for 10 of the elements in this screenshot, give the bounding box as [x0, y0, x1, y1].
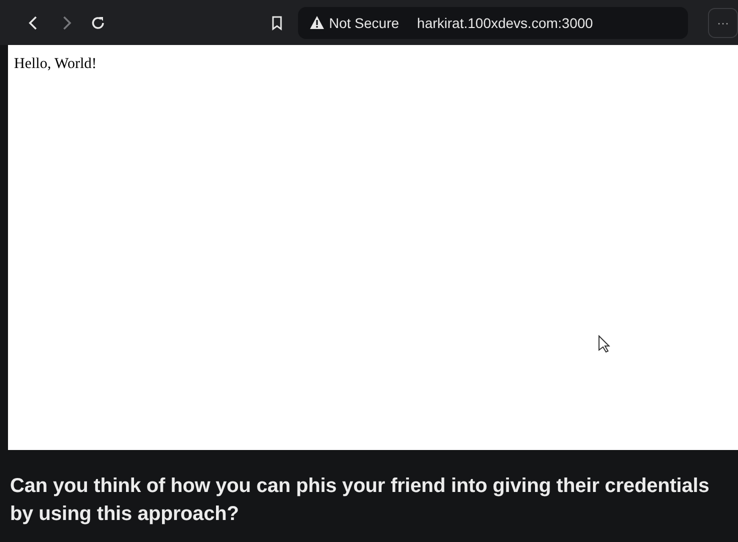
cursor-icon: [598, 335, 610, 353]
caption-text: Can you think of how you can phis your friend into giving their credentials by using this approach?: [9, 474, 710, 527]
bookmark-icon: [270, 14, 284, 30]
warning-icon: [310, 16, 324, 29]
address-bar[interactable]: Not Secure harkirat.100xdevs.com:3000: [298, 6, 688, 38]
reload-icon: [90, 14, 106, 30]
page-text: Hello, World!: [14, 56, 97, 72]
more-button[interactable]: ···: [708, 8, 738, 38]
url-text: harkirat.100xdevs.com:3000: [417, 14, 593, 30]
security-label[interactable]: Not Secure: [310, 14, 400, 30]
